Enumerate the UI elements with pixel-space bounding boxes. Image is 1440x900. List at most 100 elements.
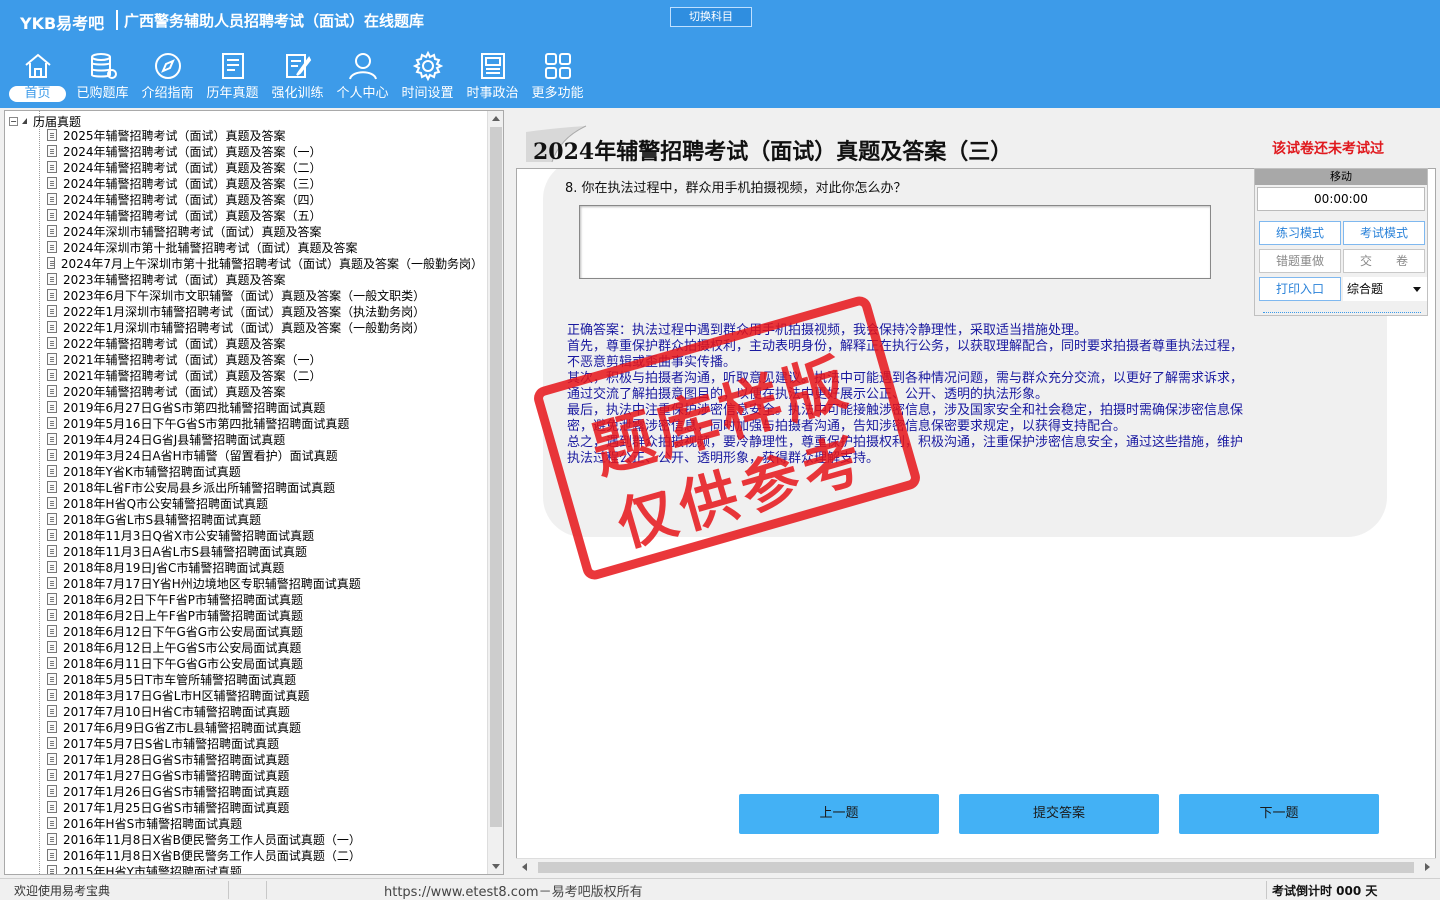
content-h-scrollbar[interactable] bbox=[516, 858, 1436, 875]
tree-item[interactable]: 2018年3月17日G省L市H区辅警招聘面试真题 bbox=[33, 687, 483, 703]
edit-icon bbox=[285, 54, 311, 78]
tree-item[interactable]: 2024年辅警招聘考试（面试）真题及答案（二） bbox=[33, 159, 483, 175]
tree-item[interactable]: 2021年辅警招聘考试（面试）真题及答案（一） bbox=[33, 351, 483, 367]
tree-item[interactable]: 2024年辅警招聘考试（面试）真题及答案（四） bbox=[33, 191, 483, 207]
submit-answer-button[interactable]: 提交答案 bbox=[959, 794, 1159, 834]
tool-guide[interactable]: 介绍指南 bbox=[135, 46, 200, 104]
tree-item[interactable]: 2019年3月24日A省H市辅警（留置看护）面试真题 bbox=[33, 447, 483, 463]
question-text: 8. 你在执法过程中，群众用手机拍摄视频，对此你怎么办？ bbox=[565, 181, 907, 196]
tree-item-label: 2018年11月3日Q省X市公安辅警招聘面试真题 bbox=[63, 528, 315, 543]
tree-item[interactable]: 2017年1月26日G省S市辅警招聘面试真题 bbox=[33, 783, 483, 799]
panel-splitter[interactable] bbox=[506, 110, 514, 875]
answer-input[interactable] bbox=[579, 205, 1211, 279]
tree-item[interactable]: 2018年G省L市S县辅警招聘面试真题 bbox=[33, 511, 483, 527]
document-icon bbox=[47, 673, 57, 685]
welcome-text: 欢迎使用易考宝典 bbox=[14, 884, 111, 898]
tree-item[interactable]: 2019年6月27日G省S市第四批辅警招聘面试真题 bbox=[33, 399, 483, 415]
document-icon bbox=[47, 385, 57, 397]
exam-mode-button[interactable]: 考试模式 bbox=[1343, 221, 1425, 245]
tool-label: 介绍指南 bbox=[141, 86, 194, 101]
tree-item[interactable]: 2018年11月3日A省L市S县辅警招聘面试真题 bbox=[33, 543, 483, 559]
tree-item-label: 2024年辅警招聘考试（面试）真题及答案（四） bbox=[63, 192, 322, 207]
tree-item[interactable]: 2015年H省Y市辅警招聘面试真题 bbox=[33, 863, 483, 874]
tool-time-settings[interactable]: 时间设置 bbox=[395, 46, 460, 104]
scrollbar-thumb[interactable] bbox=[538, 862, 1414, 873]
tree-item[interactable]: 2024年7月上午深圳市第十批辅警招聘考试（面试）真题及答案（一般勤务岗） bbox=[33, 255, 483, 271]
tree-item-label: 2017年1月28日G省S市辅警招聘面试真题 bbox=[63, 752, 290, 767]
tree-item[interactable]: 2020年辅警招聘考试（面试）真题及答案 bbox=[33, 383, 483, 399]
tree-item[interactable]: 2018年6月12日上午G省S市公安局面试真题 bbox=[33, 639, 483, 655]
tree-item[interactable]: 2024年辅警招聘考试（面试）真题及答案（一） bbox=[33, 143, 483, 159]
next-question-button[interactable]: 下一题 bbox=[1179, 794, 1379, 834]
prev-question-button[interactable]: 上一题 bbox=[739, 794, 939, 834]
tool-home[interactable]: 首页 bbox=[5, 46, 70, 104]
question-type-select[interactable]: 综合题 bbox=[1343, 277, 1427, 301]
tree-item[interactable]: 2024年深圳市辅警招聘考试（面试）真题及答案 bbox=[33, 223, 483, 239]
tool-label: 更多功能 bbox=[531, 86, 584, 101]
document-icon bbox=[47, 641, 57, 653]
expanded-triangle-icon bbox=[22, 118, 27, 124]
tree-item[interactable]: 2017年1月28日G省S市辅警招聘面试真题 bbox=[33, 751, 483, 767]
tree-item[interactable]: 2023年辅警招聘考试（面试）真题及答案 bbox=[33, 271, 483, 287]
tree-item[interactable]: 2018年6月2日上午F省P市辅警招聘面试真题 bbox=[33, 607, 483, 623]
document-icon bbox=[47, 625, 57, 637]
switch-subject-button[interactable]: 切换科目 bbox=[670, 7, 752, 27]
tree-item[interactable]: 2022年辅警招聘考试（面试）真题及答案 bbox=[33, 335, 483, 351]
tree-scrollbar[interactable] bbox=[487, 111, 503, 874]
tree-item[interactable]: 2022年1月深圳市辅警招聘考试（面试）真题及答案（执法勤务岗） bbox=[33, 303, 483, 319]
tool-label: 强化训练 bbox=[271, 86, 324, 101]
document-icon bbox=[47, 705, 57, 717]
tool-current-affairs[interactable]: 时事政治 bbox=[460, 46, 525, 104]
tree-item[interactable]: 2017年6月9日G省Z市L县辅警招聘面试真题 bbox=[33, 719, 483, 735]
tree-item[interactable]: 2018年11月3日Q省X市公安辅警招聘面试真题 bbox=[33, 527, 483, 543]
practice-mode-button[interactable]: 练习模式 bbox=[1259, 221, 1341, 245]
tree-item[interactable]: 2022年1月深圳市辅警招聘考试（面试）真题及答案（一般勤务岗） bbox=[33, 319, 483, 335]
document-icon bbox=[47, 177, 57, 189]
print-entry-button[interactable]: 打印入口 bbox=[1259, 277, 1341, 301]
tree-item[interactable]: 2024年辅警招聘考试（面试）真题及答案（三） bbox=[33, 175, 483, 191]
tool-purchased-bank[interactable]: 已购题库 bbox=[70, 46, 135, 104]
submit-paper-button[interactable]: 交 卷 bbox=[1343, 249, 1425, 273]
tree-item[interactable]: 2021年辅警招聘考试（面试）真题及答案（二） bbox=[33, 367, 483, 383]
tree-item[interactable]: 2018年Y省K市辅警招聘面试真题 bbox=[33, 463, 483, 479]
tree-item[interactable]: 2024年辅警招聘考试（面试）真题及答案（五） bbox=[33, 207, 483, 223]
tree-item[interactable]: 2019年5月16日下午G省S市第四批辅警招聘面试真题 bbox=[33, 415, 483, 431]
tool-training[interactable]: 强化训练 bbox=[265, 46, 330, 104]
tree-item[interactable]: 2018年6月2日下午F省P市辅警招聘面试真题 bbox=[33, 591, 483, 607]
tree-item[interactable]: 2017年5月7日S省L市辅警招聘面试真题 bbox=[33, 735, 483, 751]
tree-item[interactable]: 2017年1月27日G省S市辅警招聘面试真题 bbox=[33, 767, 483, 783]
tool-more[interactable]: 更多功能 bbox=[525, 46, 590, 104]
answer-line: 总之，遇到群众拍摄视频，要冷静理性，尊重保护拍摄权利，积极沟通，注重保护涉密信息… bbox=[567, 435, 1244, 450]
scroll-right-icon[interactable] bbox=[1425, 863, 1430, 871]
tree-item[interactable]: 2017年7月10日H省C市辅警招聘面试真题 bbox=[33, 703, 483, 719]
tool-past-papers[interactable]: 历年真题 bbox=[200, 46, 265, 104]
tree-item[interactable]: 2017年1月25日G省S市辅警招聘面试真题 bbox=[33, 799, 483, 815]
collapse-icon[interactable]: − bbox=[9, 116, 18, 126]
scroll-up-icon[interactable] bbox=[492, 116, 500, 121]
tree-item[interactable]: 2023年6月下午深圳市文职辅警（面试）真题及答案（一般文职类） bbox=[33, 287, 483, 303]
document-icon bbox=[47, 401, 57, 413]
tree-item[interactable]: 2016年11月8日X省B便民警务工作人员面试真题（一） bbox=[33, 831, 483, 847]
move-handle[interactable]: 移动 bbox=[1255, 169, 1427, 185]
tree-item-label: 2018年Y省K市辅警招聘面试真题 bbox=[63, 464, 241, 479]
tree-item[interactable]: 2018年L省F市公安局县乡派出所辅警招聘面试真题 bbox=[33, 479, 483, 495]
tool-personal-center[interactable]: 个人中心 bbox=[330, 46, 395, 104]
tree-item[interactable]: 2018年5月5日T市车管所辅警招聘面试真题 bbox=[33, 671, 483, 687]
tree-item[interactable]: 2018年8月19日J省C市辅警招聘面试真题 bbox=[33, 559, 483, 575]
document-icon bbox=[47, 337, 57, 349]
tree-item[interactable]: 2018年6月12日下午G省G市公安局面试真题 bbox=[33, 623, 483, 639]
scroll-down-icon[interactable] bbox=[492, 864, 500, 869]
document-icon bbox=[47, 545, 57, 557]
scrollbar-thumb[interactable] bbox=[490, 127, 502, 827]
tree-item[interactable]: 2018年H省Q市公安辅警招聘面试真题 bbox=[33, 495, 483, 511]
tree-item[interactable]: 2016年11月8日X省B便民警务工作人员面试真题（二） bbox=[33, 847, 483, 863]
tree-item[interactable]: 2018年7月17日Y省H州边境地区专职辅警招聘面试真题 bbox=[33, 575, 483, 591]
tree-item[interactable]: 2024年深圳市第十批辅警招聘考试（面试）真题及答案 bbox=[33, 239, 483, 255]
redo-wrong-button[interactable]: 错题重做 bbox=[1259, 249, 1341, 273]
tree-item[interactable]: 2016年H省S市辅警招聘面试真题 bbox=[33, 815, 483, 831]
newspaper-icon bbox=[480, 53, 505, 79]
tree-item[interactable]: 2025年辅警招聘考试（面试）真题及答案 bbox=[33, 127, 483, 143]
tree-item[interactable]: 2019年4月24日G省J县辅警招聘面试真题 bbox=[33, 431, 483, 447]
tree-item[interactable]: 2018年6月11日下午G省G市公安局面试真题 bbox=[33, 655, 483, 671]
scroll-left-icon[interactable] bbox=[522, 863, 527, 871]
